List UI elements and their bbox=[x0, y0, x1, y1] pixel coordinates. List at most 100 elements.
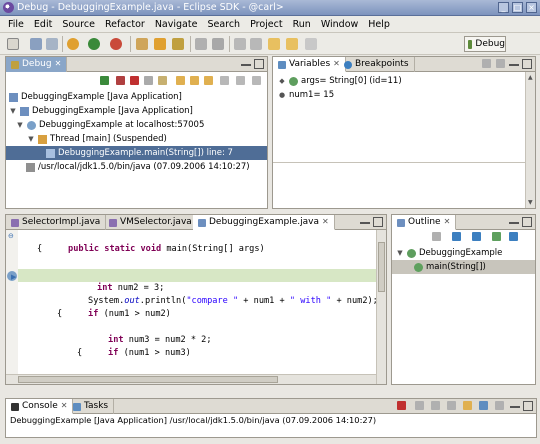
fold-icon[interactable]: ⊖ bbox=[8, 232, 14, 240]
view-menu-icon[interactable] bbox=[252, 76, 261, 85]
pin-console-icon[interactable] bbox=[463, 401, 472, 410]
scroll-up-icon[interactable]: ▲ bbox=[528, 74, 533, 81]
run-icon[interactable] bbox=[88, 38, 100, 50]
scroll-thumb[interactable] bbox=[18, 376, 278, 383]
save-icon[interactable] bbox=[30, 38, 42, 50]
tab-debug[interactable]: Debug ✕ bbox=[6, 57, 68, 72]
close-window-button[interactable]: × bbox=[526, 2, 537, 13]
collapse-icon[interactable]: ▼ bbox=[27, 135, 35, 143]
clear-console-icon[interactable] bbox=[431, 401, 440, 410]
hide-static-icon[interactable] bbox=[472, 232, 481, 241]
new-java-project-icon[interactable] bbox=[136, 38, 148, 50]
close-icon[interactable]: ✕ bbox=[444, 217, 451, 229]
step-return-icon[interactable] bbox=[204, 76, 213, 85]
open-type-icon[interactable] bbox=[195, 38, 207, 50]
expand-icon[interactable]: ◆ bbox=[278, 77, 286, 85]
hide-local-types-icon[interactable] bbox=[509, 232, 518, 241]
minimize-view-icon[interactable] bbox=[510, 406, 520, 408]
maximize-window-button[interactable]: □ bbox=[512, 2, 523, 13]
debug-tree-item[interactable]: ▼ DebuggingExample [Java Application] bbox=[9, 104, 193, 118]
new-icon[interactable] bbox=[7, 38, 19, 50]
external-tools-icon[interactable] bbox=[110, 38, 122, 50]
minimize-view-icon[interactable] bbox=[360, 222, 370, 224]
tab-selectorimpl[interactable]: SelectorImpl.java bbox=[6, 215, 107, 230]
menu-search[interactable]: Search bbox=[202, 19, 245, 30]
debug-tree-item[interactable]: /usr/local/jdk1.5.0/bin/java (07.09.2006… bbox=[26, 160, 250, 174]
minimize-window-button[interactable]: _ bbox=[498, 2, 509, 13]
last-edit-icon[interactable] bbox=[305, 38, 317, 50]
print-icon[interactable] bbox=[46, 38, 58, 50]
scroll-lock-icon[interactable] bbox=[447, 401, 456, 410]
debug-tree-item[interactable]: ▼ Thread [main] (Suspended) bbox=[27, 132, 167, 146]
collapse-all-icon[interactable] bbox=[496, 59, 505, 68]
collapse-icon[interactable]: ▼ bbox=[16, 121, 24, 129]
maximize-view-icon[interactable] bbox=[373, 217, 383, 227]
tab-debuggingexample[interactable]: DebuggingExample.java ✕ bbox=[193, 215, 335, 230]
collapse-icon[interactable]: ▼ bbox=[396, 249, 404, 257]
minimize-view-icon[interactable] bbox=[241, 64, 251, 66]
open-console-icon[interactable] bbox=[495, 401, 504, 410]
hide-non-public-icon[interactable] bbox=[492, 232, 501, 241]
step-over-icon[interactable] bbox=[190, 76, 199, 85]
maximize-view-icon[interactable] bbox=[522, 217, 532, 227]
next-annotation-icon[interactable] bbox=[234, 38, 246, 50]
tab-console[interactable]: Console ✕ bbox=[6, 399, 74, 414]
previous-annotation-icon[interactable] bbox=[250, 38, 262, 50]
minimize-view-icon[interactable] bbox=[509, 64, 519, 66]
resume-icon[interactable] bbox=[100, 76, 109, 85]
remove-terminated-icon[interactable] bbox=[158, 76, 167, 85]
debug-tree-item[interactable]: ▼ DebuggingExample at localhost:57005 bbox=[16, 118, 204, 132]
menu-window[interactable]: Window bbox=[316, 19, 363, 30]
minimize-view-icon[interactable] bbox=[509, 222, 519, 224]
debug-icon[interactable] bbox=[67, 38, 79, 50]
menu-edit[interactable]: Edit bbox=[29, 19, 57, 30]
search-icon[interactable] bbox=[212, 38, 224, 50]
scroll-thumb[interactable] bbox=[378, 242, 385, 292]
menu-run[interactable]: Run bbox=[288, 19, 316, 30]
show-type-names-icon[interactable] bbox=[482, 59, 491, 68]
drop-to-frame-icon[interactable] bbox=[220, 76, 229, 85]
menu-file[interactable]: File bbox=[3, 19, 29, 30]
use-step-filters-icon[interactable] bbox=[236, 76, 245, 85]
display-console-icon[interactable] bbox=[479, 401, 488, 410]
scroll-down-icon[interactable]: ▼ bbox=[528, 199, 533, 206]
collapse-icon[interactable]: ▼ bbox=[9, 107, 17, 115]
menu-source[interactable]: Source bbox=[57, 19, 100, 30]
step-into-icon[interactable] bbox=[176, 76, 185, 85]
new-package-icon[interactable] bbox=[154, 38, 166, 50]
remove-launch-icon[interactable] bbox=[415, 401, 424, 410]
variable-row[interactable]: ● num1= 15 bbox=[278, 88, 334, 102]
suspend-icon[interactable] bbox=[116, 76, 125, 85]
maximize-view-icon[interactable] bbox=[522, 59, 532, 69]
debug-tree-item[interactable]: DebuggingExample [Java Application] bbox=[9, 90, 182, 104]
code-area[interactable]: ⊖ ▶ public static void main(String[] arg… bbox=[6, 230, 376, 374]
maximize-view-icon[interactable] bbox=[523, 401, 533, 411]
tab-outline[interactable]: Outline ✕ bbox=[392, 215, 457, 230]
back-icon[interactable] bbox=[268, 38, 280, 50]
new-class-icon[interactable] bbox=[172, 38, 184, 50]
tab-tasks[interactable]: Tasks bbox=[68, 399, 115, 414]
terminate-icon[interactable] bbox=[397, 401, 406, 410]
close-icon[interactable]: ✕ bbox=[55, 59, 62, 72]
menu-refactor[interactable]: Refactor bbox=[100, 19, 150, 30]
outline-item-selected[interactable]: main(String[]) bbox=[392, 260, 535, 274]
close-icon[interactable]: ✕ bbox=[322, 217, 329, 229]
debug-tree-item-selected[interactable]: DebuggingExample.main(String[]) line: 7 bbox=[6, 146, 267, 160]
variable-row[interactable]: ◆ args= String[0] (id=11) bbox=[278, 74, 401, 88]
menu-navigate[interactable]: Navigate bbox=[150, 19, 203, 30]
outline-item[interactable]: ▼ DebuggingExample bbox=[396, 246, 502, 260]
disconnect-icon[interactable] bbox=[144, 76, 153, 85]
maximize-view-icon[interactable] bbox=[254, 59, 264, 69]
variables-scrollbar[interactable]: ▲ ▼ bbox=[525, 72, 535, 208]
hide-fields-icon[interactable] bbox=[452, 232, 461, 241]
tab-variables[interactable]: Variables ✕ bbox=[273, 57, 346, 72]
editor-horizontal-scrollbar[interactable] bbox=[6, 374, 376, 384]
forward-icon[interactable] bbox=[286, 38, 298, 50]
editor-vertical-scrollbar[interactable] bbox=[376, 230, 386, 384]
editor-gutter[interactable] bbox=[6, 230, 18, 374]
terminate-icon[interactable] bbox=[130, 76, 139, 85]
tab-vmselector[interactable]: VMSelector.java bbox=[104, 215, 198, 230]
close-icon[interactable]: ✕ bbox=[61, 401, 68, 413]
sort-icon[interactable] bbox=[432, 232, 441, 241]
tab-breakpoints[interactable]: Breakpoints bbox=[339, 57, 415, 72]
